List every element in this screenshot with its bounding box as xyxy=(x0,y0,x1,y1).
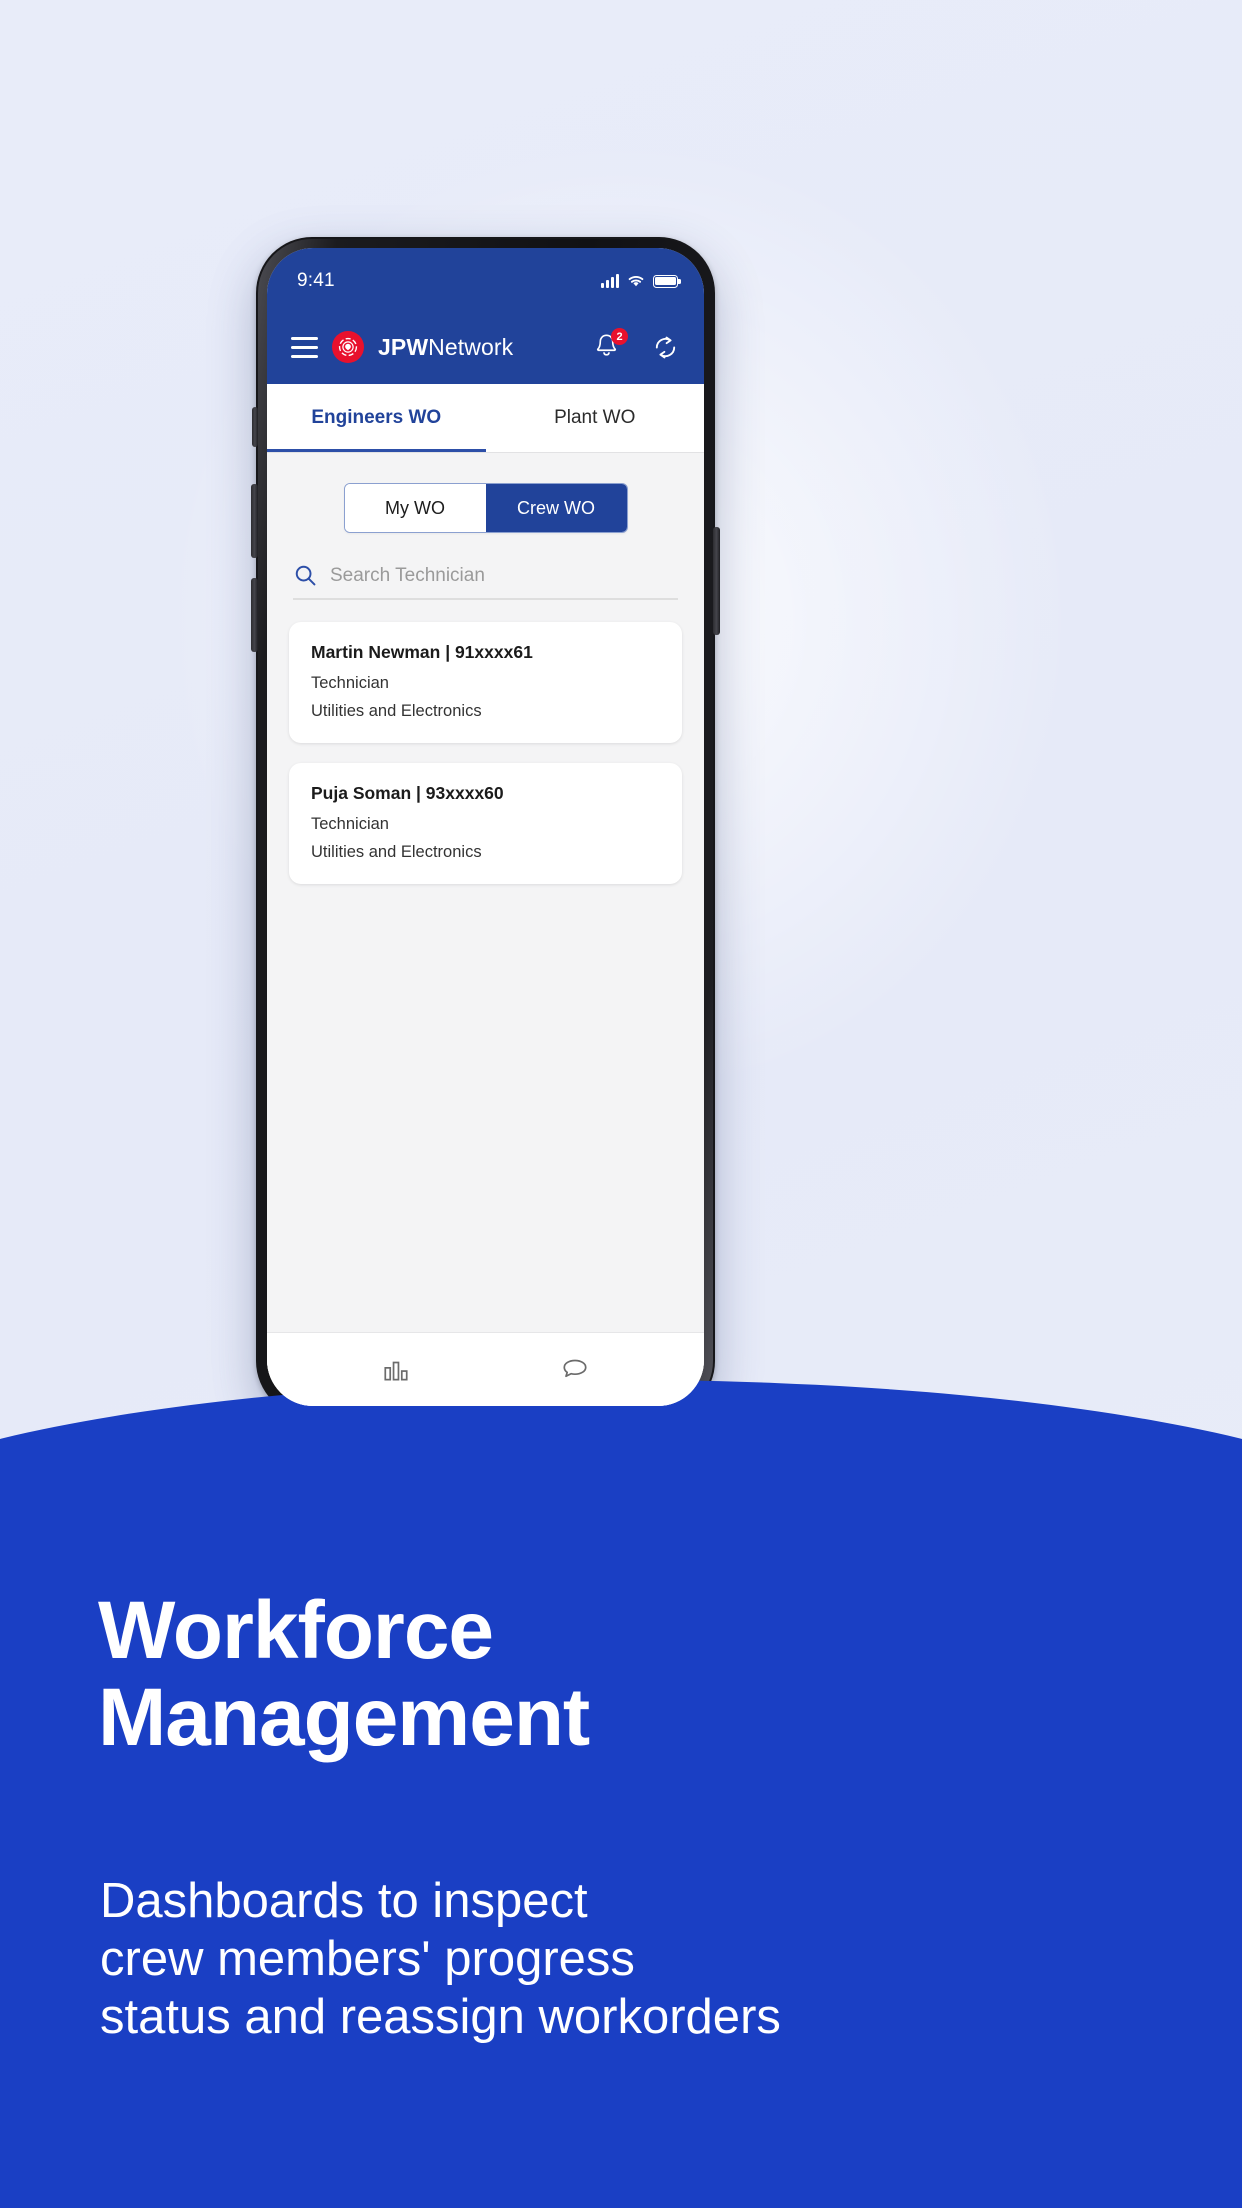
list-item[interactable]: Martin Newman | 91xxxx61 Technician Util… xyxy=(289,622,682,743)
technician-department: Utilities and Electronics xyxy=(311,702,482,720)
bottom-navigation-bar xyxy=(267,1332,704,1406)
subhead-line-3: status and reassign workorders xyxy=(100,1989,781,2044)
phone-volume-up-button xyxy=(251,484,258,558)
status-bar-clock: 9:41 xyxy=(297,270,335,291)
technician-department: Utilities and Electronics xyxy=(311,843,482,861)
tab-active-indicator xyxy=(267,449,486,452)
subhead-line-1: Dashboards to inspect xyxy=(100,1874,588,1928)
tab-plant-wo[interactable]: Plant WO xyxy=(486,384,705,452)
marketing-panel xyxy=(0,1380,1242,2208)
brand-title-bold: JPW xyxy=(378,333,429,360)
technician-role: Technician xyxy=(311,674,389,692)
phone-power-button xyxy=(713,527,720,635)
chart-bars-icon[interactable] xyxy=(381,1356,411,1384)
page-title: Workforce Management xyxy=(98,1585,1158,1763)
search-technician-field[interactable]: Search Technician xyxy=(293,563,678,600)
technician-role: Technician xyxy=(311,815,389,833)
phone-mute-switch xyxy=(252,407,258,447)
tab-engineers-wo[interactable]: Engineers WO xyxy=(267,384,486,452)
headline-line-2: Management xyxy=(98,1671,590,1763)
phone-volume-down-button xyxy=(251,578,258,652)
cellular-signal-icon xyxy=(601,274,619,288)
technician-name-id: Martin Newman | 91xxxx61 xyxy=(311,642,533,662)
wo-scope-segmented-control: My WO Crew WO xyxy=(343,483,628,533)
page-subtitle: Dashboards to inspect crew members' prog… xyxy=(100,1873,1180,2046)
notification-badge: 2 xyxy=(611,328,628,345)
brand-title: JPWNetwork xyxy=(378,334,513,361)
subhead-line-2: crew members' progress xyxy=(100,1931,635,1986)
technician-name-id: Puja Soman | 93xxxx60 xyxy=(311,783,504,803)
app-content: My WO Crew WO Search Technician Martin N… xyxy=(267,453,704,1406)
phone-screen: 9:41 JPWNetwork 2 Engineers WO Plant WO … xyxy=(267,248,704,1406)
status-bar-icons xyxy=(601,270,681,288)
status-bar: 9:41 xyxy=(267,248,704,310)
brand-title-light: Network xyxy=(428,333,514,360)
segment-my-wo[interactable]: My WO xyxy=(344,484,486,532)
phone-mockup: 9:41 JPWNetwork 2 Engineers WO Plant WO … xyxy=(251,237,720,1417)
list-item[interactable]: Puja Soman | 93xxxx60 Technician Utiliti… xyxy=(289,763,682,884)
segment-crew-wo[interactable]: Crew WO xyxy=(485,484,627,532)
jpw-logo-icon xyxy=(332,331,364,363)
work-order-tabs: Engineers WO Plant WO xyxy=(267,384,704,452)
hamburger-menu-icon[interactable] xyxy=(291,336,318,358)
battery-icon xyxy=(653,274,681,288)
app-bar: JPWNetwork 2 xyxy=(267,310,704,384)
chat-bubble-icon[interactable] xyxy=(560,1356,590,1384)
search-icon xyxy=(295,565,316,586)
technician-list: Martin Newman | 91xxxx61 Technician Util… xyxy=(267,622,704,884)
sync-refresh-icon[interactable] xyxy=(651,333,680,362)
search-input[interactable]: Search Technician xyxy=(330,565,485,587)
screenshot-root: 9:41 JPWNetwork 2 Engineers WO Plant WO … xyxy=(0,0,1242,2208)
headline-line-1: Workforce xyxy=(98,1585,494,1676)
notifications-button[interactable]: 2 xyxy=(593,328,628,363)
wifi-icon xyxy=(628,275,644,287)
